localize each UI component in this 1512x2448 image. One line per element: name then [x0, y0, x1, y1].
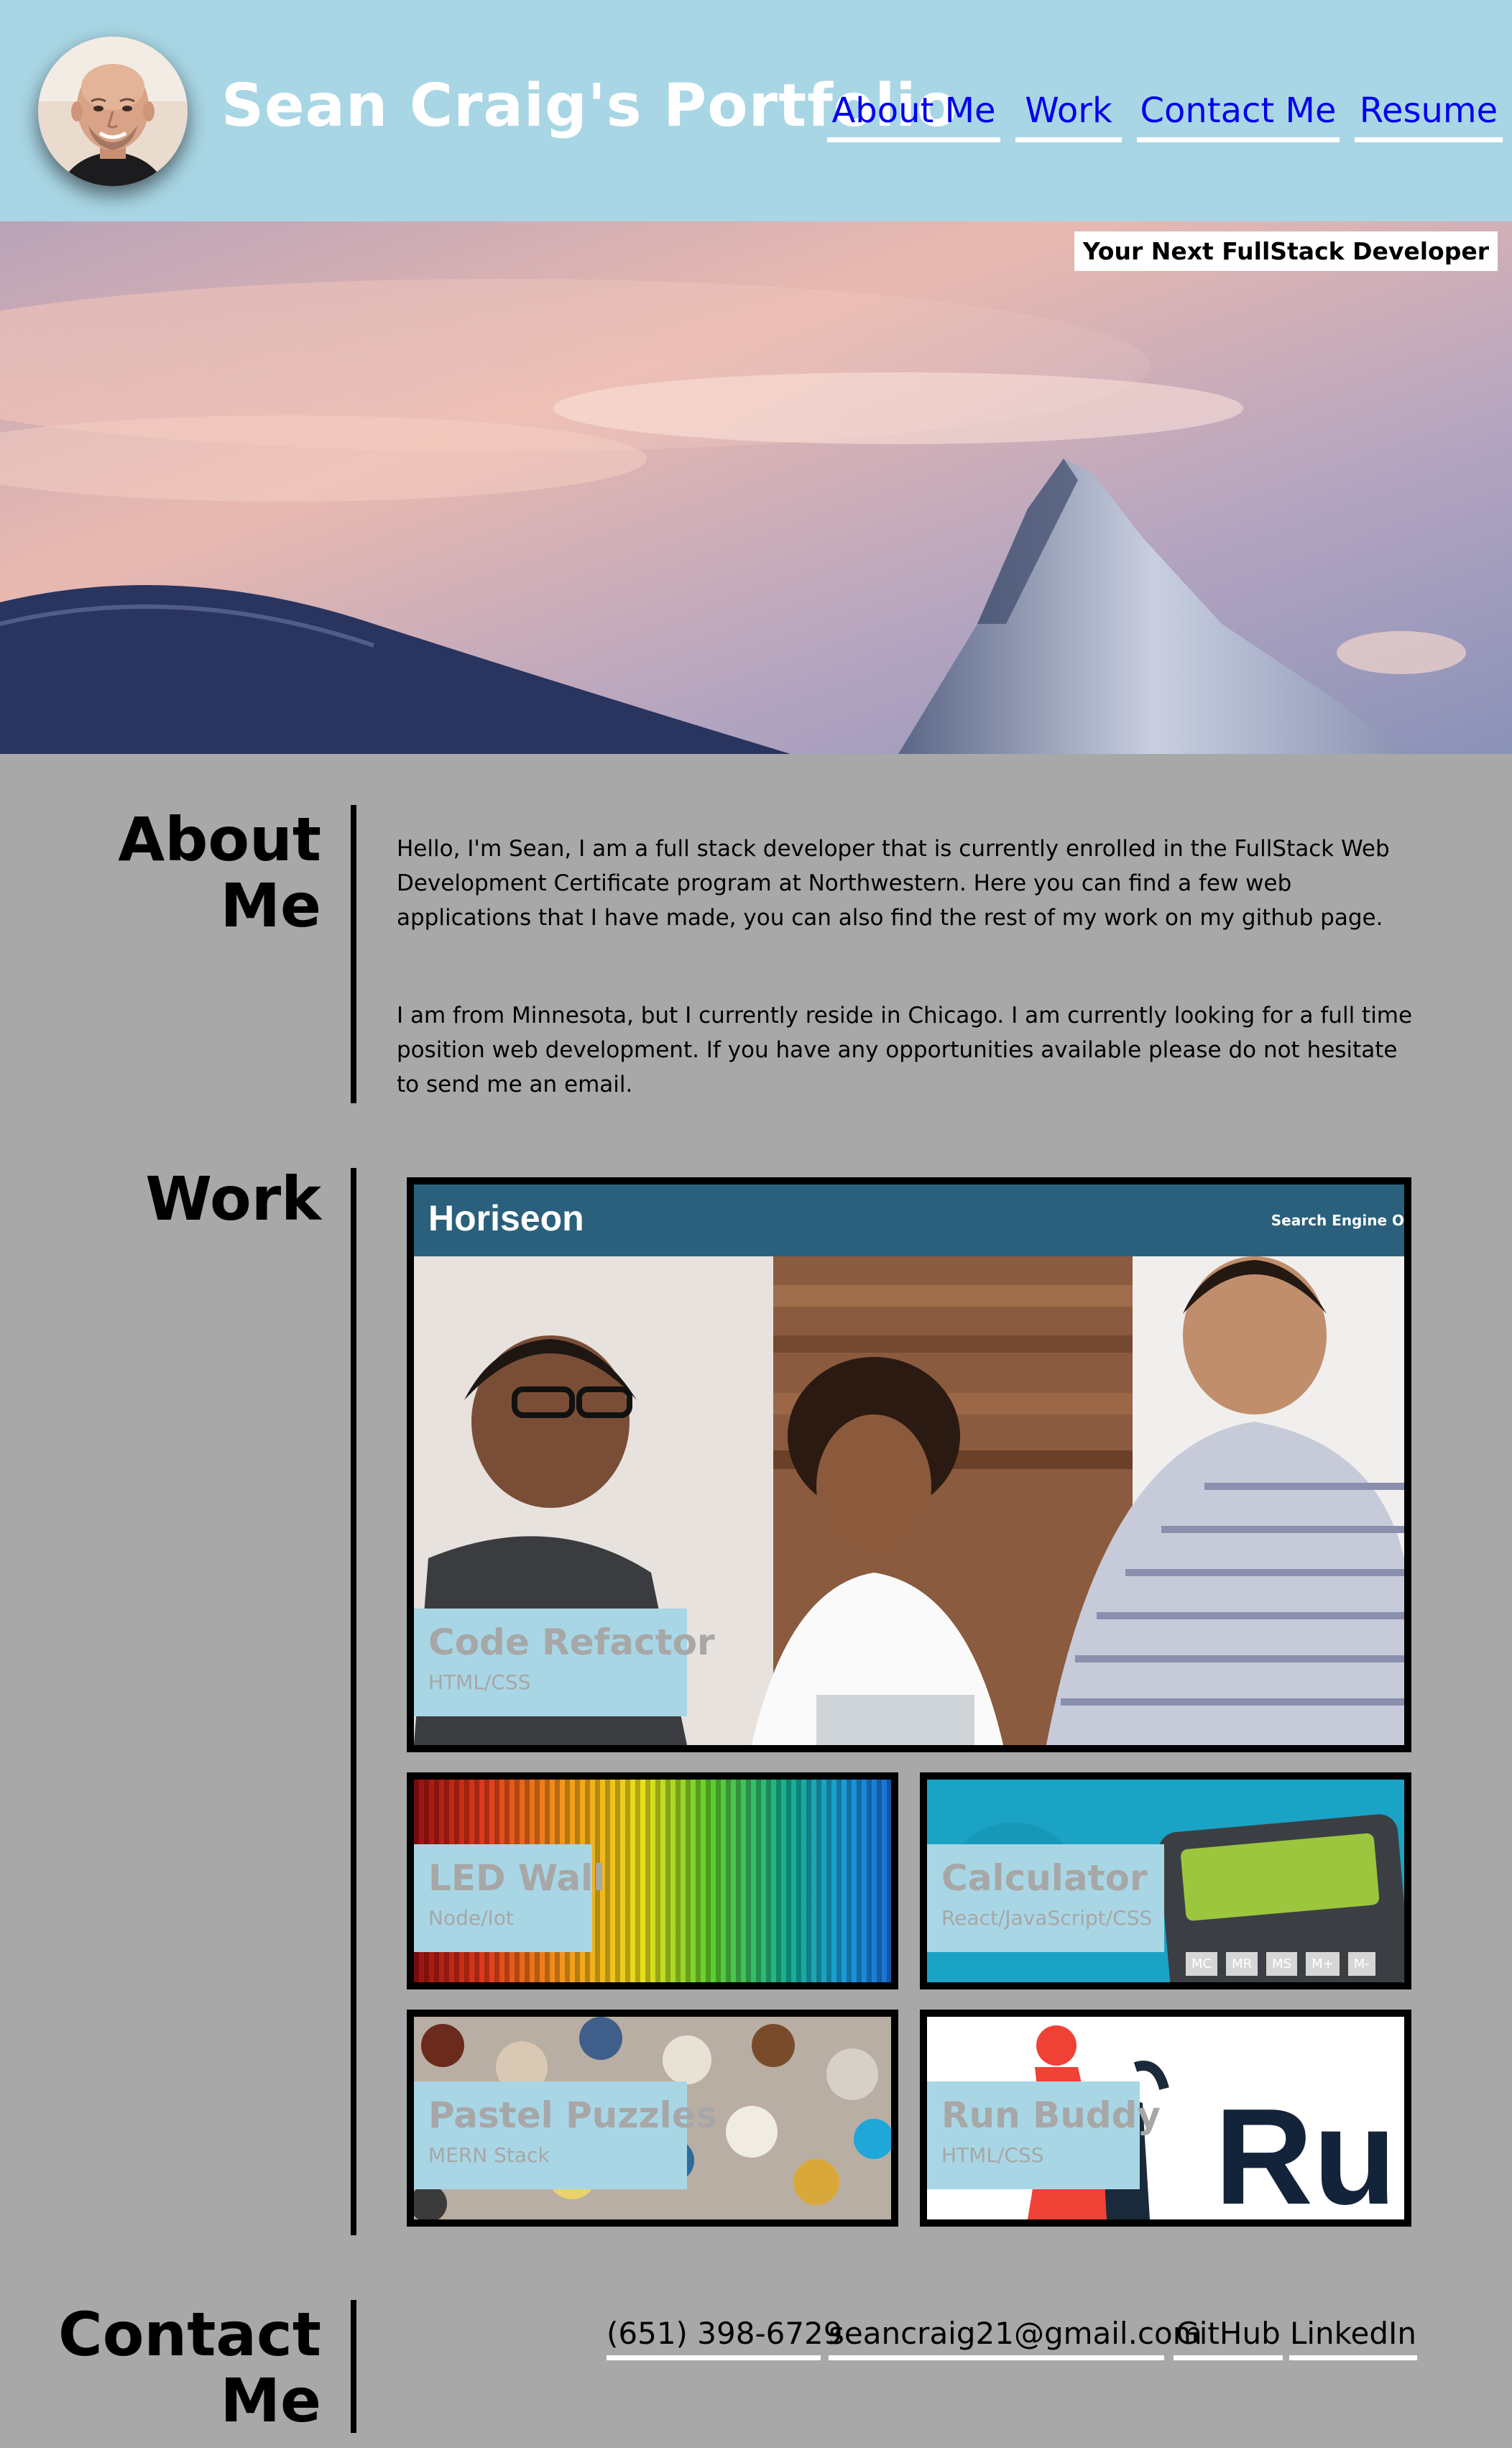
project-card-led-wall[interactable]: LED Wall Node/Iot [407, 1772, 898, 1989]
mountain-hero-image [0, 221, 1512, 754]
nav-contact-me-link[interactable]: Contact Me [1137, 91, 1340, 142]
contact-heading-line2: Me [220, 2365, 321, 2436]
about-paragraph-1: Hello, I'm Sean, I am a full stack devel… [397, 836, 1390, 931]
project-tech: HTML/CSS [428, 1670, 531, 1694]
run-buddy-logo-text: Run [1214, 2081, 1404, 2227]
calculator-key: MC [1186, 1952, 1218, 1976]
hero-tagline: Your Next FullStack Developer [1074, 231, 1498, 271]
project-label-led-wall: LED Wall Node/Iot [414, 1844, 606, 1952]
project-tech: MERN Stack [428, 2143, 550, 2167]
contact-divider [351, 2300, 356, 2433]
project-title: Pastel Puzzles [428, 2094, 718, 2136]
work-heading: Work [145, 1164, 321, 1234]
contact-heading-line1: Contact [58, 2299, 321, 2370]
main-nav: About Me Work Contact Me Resume [0, 85, 1512, 142]
project-card-calculator[interactable]: MC MR MS M+ M- Calculator React/JavaScri… [920, 1772, 1411, 1989]
calculator-key: MR [1226, 1952, 1258, 1976]
about-heading-line1: About [118, 804, 321, 875]
calculator-key: MS [1266, 1952, 1298, 1976]
nav-resume-link[interactable]: Resume [1355, 91, 1503, 142]
horiseon-nav-text: Search Engine O [1271, 1212, 1404, 1229]
contact-linkedin-link[interactable]: LinkedIn [1289, 2316, 1417, 2360]
project-tech: HTML/CSS [941, 2143, 1044, 2167]
work-divider [351, 1168, 356, 2235]
about-paragraph-2: I am from Minnesota, but I currently res… [397, 1003, 1413, 1098]
project-card-run-buddy[interactable]: Run Run Buddy HTML/CSS [920, 2010, 1411, 2227]
project-label-pastel-puzzles: Pastel Puzzles MERN Stack [414, 2081, 718, 2189]
nav-about-me-link[interactable]: About Me [827, 91, 1000, 142]
project-label-code-refactor: Code Refactor HTML/CSS [414, 1609, 715, 1716]
site-header: Sean Craig's Portfolio About Me Work Con… [0, 0, 1512, 221]
about-heading-line2: Me [220, 870, 321, 941]
project-card-code-refactor[interactable]: Horiseon Search Engine O Code Refactor H… [407, 1177, 1411, 1752]
project-tech: React/JavaScript/CSS [941, 1906, 1153, 1930]
hero-banner: Your Next FullStack Developer [0, 221, 1512, 754]
about-divider [351, 805, 356, 1103]
project-label-calculator: Calculator React/JavaScript/CSS [927, 1844, 1164, 1952]
calculator-key: M- [1347, 1952, 1375, 1976]
contact-github-link[interactable]: GitHub [1174, 2316, 1283, 2360]
nav-work-link[interactable]: Work [1015, 91, 1122, 142]
contact-email-link[interactable]: seancraig21@gmail.com [829, 2316, 1202, 2360]
contact-phone-link[interactable]: (651) 398-6729 [607, 2316, 843, 2360]
project-title: LED Wall [428, 1857, 606, 1899]
project-card-pastel-puzzles[interactable]: Pastel Puzzles MERN Stack [407, 2010, 898, 2227]
project-title: Code Refactor [428, 1621, 715, 1663]
project-title: Run Buddy [941, 2094, 1161, 2136]
calculator-key: M+ [1306, 1952, 1340, 1976]
horiseon-brand: Horiseon [428, 1198, 584, 1238]
project-title: Calculator [941, 1857, 1148, 1899]
project-tech: Node/Iot [428, 1906, 514, 1930]
contact-heading: Contact Me [19, 2301, 321, 2434]
about-heading: About Me [19, 806, 321, 939]
calculator-keys: MC MR MS M+ M- [1186, 1952, 1375, 1976]
project-label-run-buddy: Run Buddy HTML/CSS [927, 2081, 1161, 2189]
